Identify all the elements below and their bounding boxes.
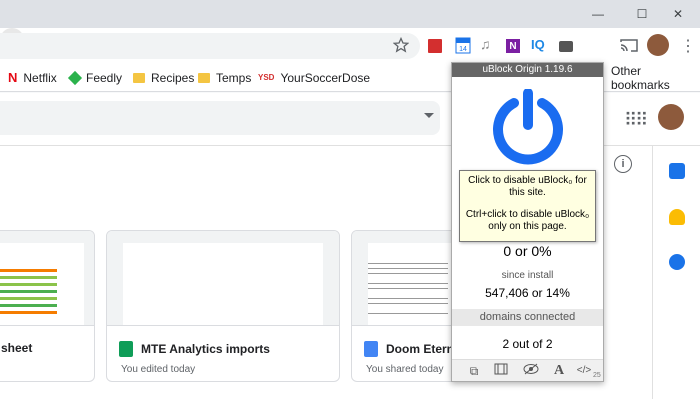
calendar-extension-icon[interactable]: 14	[455, 36, 471, 54]
bookmark-label: Temps	[216, 71, 252, 85]
cast-icon[interactable]	[620, 38, 638, 52]
doc-title: MTE Analytics imports	[119, 341, 270, 357]
since-install-count: 547,406 or 14%	[485, 286, 570, 300]
doc-subtitle: You edited today	[121, 364, 196, 375]
ublock-popup: uBlock Origin 1.19.6 Click to disable uB…	[451, 62, 604, 382]
bookmark-yoursoccerdose[interactable]: YSD YourSoccerDose	[258, 69, 370, 87]
power-button-icon[interactable]	[490, 89, 566, 165]
docs-icon	[364, 341, 378, 357]
account-avatar[interactable]	[658, 104, 684, 130]
more-menu-icon[interactable]: ⋮	[680, 36, 696, 56]
other-bookmarks[interactable]: Other bookmarks	[611, 64, 700, 92]
video-extension-icon[interactable]	[559, 41, 573, 52]
maximize-icon: ☐	[636, 7, 648, 21]
doc-card[interactable]: Doom Eternal You shared today	[351, 230, 461, 382]
ysd-icon: YSD	[258, 73, 275, 82]
keep-icon[interactable]	[669, 209, 685, 225]
tooltip-line: Click to disable uBlock₀ for this site.	[468, 175, 587, 198]
doc-card[interactable]: MTE Analytics imports You edited today	[106, 230, 340, 382]
sheets-icon	[119, 341, 133, 357]
doc-title: sheet	[1, 341, 33, 355]
browser-toolbar: 14 ♫ N IQ ub ⋮	[0, 28, 700, 64]
netflix-icon: N	[8, 70, 18, 85]
onenote-extension-icon[interactable]: N	[506, 39, 520, 53]
docs-search-bar[interactable]	[0, 101, 440, 135]
window-titlebar: — ☐ ✕	[0, 0, 700, 28]
remote-fonts-icon[interactable]: A	[551, 363, 567, 379]
tasks-icon[interactable]	[669, 254, 685, 270]
bookmark-feedly[interactable]: Feedly	[67, 69, 123, 87]
doc-card[interactable]: sheet	[0, 230, 95, 382]
popup-blocker-icon[interactable]: ⧉	[466, 363, 482, 379]
calendar-icon[interactable]	[669, 163, 685, 179]
profile-avatar[interactable]	[647, 34, 669, 56]
minimize-icon: —	[592, 7, 604, 21]
bookmark-star-icon[interactable]	[393, 37, 409, 53]
blocked-on-page-count: 0 or 0%	[503, 243, 552, 259]
since-install-label: since install	[501, 270, 554, 281]
doc-title: Doom Eternal	[364, 341, 460, 357]
domains-connected-label: domains connected	[452, 309, 603, 326]
ublock-toolbar: ⧉ A </> 25	[452, 359, 603, 381]
tooltip-line: Ctrl+click to disable uBlock₀ only on th…	[465, 209, 590, 232]
bookmark-label: Feedly	[86, 71, 123, 85]
minimize-button[interactable]: —	[576, 0, 620, 28]
music-extension-icon[interactable]: ♫	[480, 36, 494, 52]
folder-icon	[198, 73, 210, 83]
doc-thumbnail	[352, 231, 460, 326]
bookmark-label: Recipes	[151, 71, 195, 85]
bookmark-label: Other bookmarks	[611, 64, 670, 92]
address-bar[interactable]	[0, 33, 420, 59]
doc-thumbnail	[0, 231, 94, 326]
media-blocker-icon[interactable]	[493, 363, 509, 379]
svg-text:14: 14	[459, 46, 467, 53]
bookmark-temps[interactable]: Temps	[198, 69, 251, 87]
javascript-icon[interactable]: </>	[576, 363, 592, 379]
folder-icon	[133, 73, 145, 83]
close-button[interactable]: ✕	[656, 0, 700, 28]
search-options-caret-icon[interactable]	[424, 113, 434, 118]
ublock-title: uBlock Origin 1.19.6	[452, 63, 603, 77]
power-tooltip: Click to disable uBlock₀ for this site. …	[459, 170, 596, 242]
close-icon: ✕	[672, 7, 684, 21]
red-book-extension-icon[interactable]	[428, 39, 442, 53]
doc-subtitle: You shared today	[366, 364, 444, 375]
cosmetic-filter-icon[interactable]	[523, 363, 539, 379]
side-panel	[652, 146, 700, 399]
bookmark-label: Netflix	[23, 71, 57, 85]
apps-grid-icon[interactable]: ⠿⠿	[624, 110, 648, 131]
bookmark-label: YourSoccerDose	[280, 71, 371, 85]
footer-number: 25	[593, 372, 601, 379]
domains-connected-count: 2 out of 2	[502, 337, 553, 351]
iq-extension-icon[interactable]: IQ	[531, 37, 545, 52]
bookmark-recipes[interactable]: Recipes	[133, 69, 194, 87]
bookmark-netflix[interactable]: N Netflix	[8, 69, 57, 87]
doc-thumbnail	[107, 231, 339, 326]
info-icon[interactable]: i	[614, 155, 632, 173]
feedly-icon	[67, 70, 83, 86]
